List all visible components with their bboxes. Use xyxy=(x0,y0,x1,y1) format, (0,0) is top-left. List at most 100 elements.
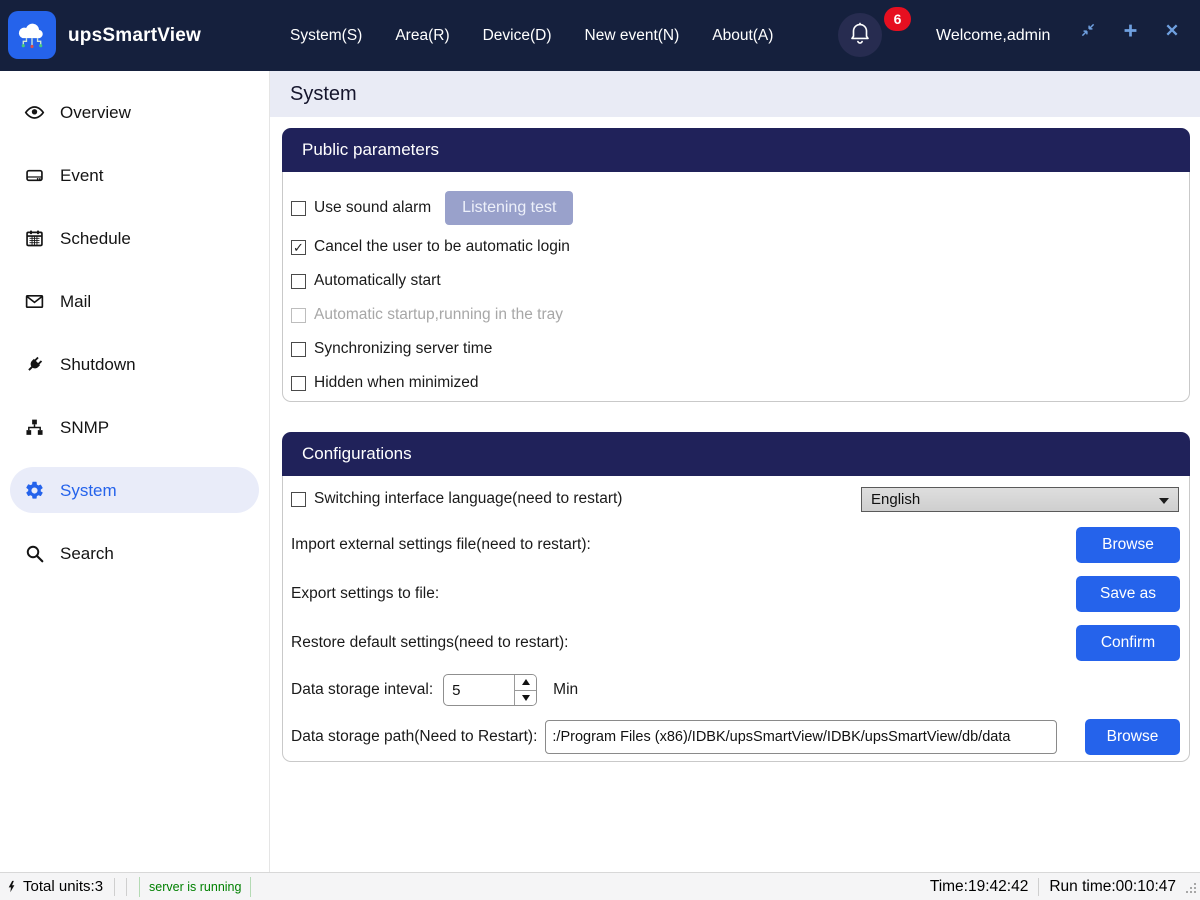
plus-icon[interactable] xyxy=(1120,20,1140,40)
config-row: Restore default settings(need to restart… xyxy=(283,618,1189,667)
menu-device[interactable]: Device(D) xyxy=(483,27,552,45)
language-select[interactable]: English xyxy=(861,487,1179,512)
public-parameters-checkbox-list: Cancel the user to be automatic login Aut… xyxy=(283,230,1189,400)
menu-area[interactable]: Area(R) xyxy=(395,27,449,45)
checkbox-row: Hidden when minimized xyxy=(283,366,1189,400)
interval-spinner: 5 xyxy=(443,674,537,706)
sidebar-item-mail[interactable]: Mail xyxy=(0,270,269,333)
total-units-text: Total units:3 xyxy=(23,878,103,895)
use-sound-alarm-checkbox[interactable] xyxy=(291,201,306,216)
sidebar-item-label: Event xyxy=(60,166,103,186)
config-row-label: Restore default settings(need to restart… xyxy=(291,634,568,652)
language-select-value: English xyxy=(871,491,920,508)
language-row: Switching interface language(need to res… xyxy=(283,478,1189,520)
lightning-icon xyxy=(6,878,19,895)
checkbox[interactable] xyxy=(291,376,306,391)
sidebar-item-label: System xyxy=(60,481,117,501)
plug-icon xyxy=(24,354,45,375)
configurations-body: Switching interface language(need to res… xyxy=(282,476,1190,762)
data-storage-path-row: Data storage path(Need to Restart): :/Pr… xyxy=(283,713,1189,761)
checkbox[interactable] xyxy=(291,240,306,255)
config-row-label: Import external settings file(need to re… xyxy=(291,536,591,554)
page-title: System xyxy=(270,71,1200,117)
switch-language-checkbox[interactable] xyxy=(291,492,306,507)
checkbox-label: Automatically start xyxy=(314,272,441,290)
sidebar-item-snmp[interactable]: SNMP xyxy=(0,396,269,459)
sidebar-item-schedule[interactable]: Schedule xyxy=(0,207,269,270)
mail-icon xyxy=(24,291,45,312)
confirm-button[interactable]: Confirm xyxy=(1076,625,1180,661)
checkbox[interactable] xyxy=(291,274,306,289)
browse-button[interactable]: Browse xyxy=(1076,527,1180,563)
public-parameters-panel: Public parameters Use sound alarm Listen… xyxy=(282,128,1190,402)
app-logo-icon xyxy=(8,11,56,59)
checkbox-label: Synchronizing server time xyxy=(314,340,492,358)
app-title: upsSmartView xyxy=(68,0,201,71)
sidebar-item-search[interactable]: Search xyxy=(0,522,269,585)
checkbox-row: Synchronizing server time xyxy=(283,332,1189,366)
sidebar-item-shutdown[interactable]: Shutdown xyxy=(0,333,269,396)
path-input[interactable]: :/Program Files (x86)/IDBK/upsSmartView/… xyxy=(545,720,1057,754)
save-as-button[interactable]: Save as xyxy=(1076,576,1180,612)
checkbox-label: Hidden when minimized xyxy=(314,374,479,392)
interval-unit-label: Min xyxy=(553,681,578,699)
sidebar-item-system[interactable]: System xyxy=(0,459,269,522)
sidebar-item-event[interactable]: Event xyxy=(0,144,269,207)
data-storage-interval-row: Data storage inteval: 5 Min xyxy=(283,667,1189,713)
config-row: Import external settings file(need to re… xyxy=(283,520,1189,569)
config-row: Export settings to file: Save as xyxy=(283,569,1189,618)
sidebar-item-overview[interactable]: Overview xyxy=(0,81,269,144)
use-sound-alarm-label: Use sound alarm xyxy=(314,199,431,217)
sidebar-item-label: Shutdown xyxy=(60,355,136,375)
menu-about[interactable]: About(A) xyxy=(712,27,773,45)
network-icon xyxy=(24,417,45,438)
sidebar-nav: Overview Event Schedule Mail Shutdown SNMP Sys… xyxy=(0,71,269,585)
drive-icon xyxy=(24,165,45,186)
main-content: System Public parameters Use sound alarm… xyxy=(270,71,1200,872)
collapse-icon[interactable] xyxy=(1078,20,1098,40)
server-status-text: server is running xyxy=(139,877,251,897)
sidebar-item-label: Schedule xyxy=(60,229,131,249)
interval-label: Data storage inteval: xyxy=(291,681,433,699)
search-icon xyxy=(24,543,45,564)
calendar-icon xyxy=(24,228,45,249)
status-bar: Total units:3 server is running Time:19:… xyxy=(0,872,1200,900)
welcome-text: Welcome,admin xyxy=(936,0,1050,71)
sidebar-item-label: Search xyxy=(60,544,114,564)
time-text: Time:19:42:42 xyxy=(930,878,1029,896)
listening-test-button[interactable]: Listening test xyxy=(445,191,573,225)
path-label: Data storage path(Need to Restart): xyxy=(291,728,537,746)
close-icon[interactable] xyxy=(1162,20,1182,40)
resize-grip[interactable] xyxy=(1185,881,1197,898)
checkbox-row: Automatic startup,running in the tray xyxy=(283,298,1189,332)
navbar-menu: System(S) Area(R) Device(D) New event(N) Abo… xyxy=(290,0,773,71)
switch-language-label: Switching interface language(need to res… xyxy=(314,490,622,508)
menu-new-event[interactable]: New event(N) xyxy=(585,27,680,45)
notification-badge: 6 xyxy=(884,7,911,31)
use-sound-alarm-row: Use sound alarm Listening test xyxy=(283,186,1189,230)
config-row-label: Export settings to file: xyxy=(291,585,439,603)
checkbox-label: Cancel the user to be automatic login xyxy=(314,238,570,256)
spin-down-icon[interactable] xyxy=(515,690,536,706)
interval-spin-buttons xyxy=(514,675,536,705)
notifications-button[interactable] xyxy=(838,13,882,57)
configurations-header: Configurations xyxy=(282,432,1190,476)
spin-up-icon[interactable] xyxy=(515,675,536,690)
checkbox[interactable] xyxy=(291,342,306,357)
statusbar-divider xyxy=(126,878,127,896)
checkbox-row: Cancel the user to be automatic login xyxy=(283,230,1189,264)
navbar: upsSmartView System(S) Area(R) Device(D) Ne… xyxy=(0,0,1200,71)
path-browse-button[interactable]: Browse xyxy=(1085,719,1180,755)
checkbox xyxy=(291,308,306,323)
window-controls xyxy=(1078,12,1182,48)
configurations-panel: Configurations Switching interface langu… xyxy=(282,432,1190,762)
gear-icon xyxy=(24,480,45,501)
menu-system[interactable]: System(S) xyxy=(290,27,362,45)
statusbar-divider xyxy=(114,878,115,896)
sidebar-item-label: SNMP xyxy=(60,418,109,438)
checkbox-row: Automatically start xyxy=(283,264,1189,298)
interval-input[interactable]: 5 xyxy=(444,675,514,705)
checkbox-label: Automatic startup,running in the tray xyxy=(314,306,563,324)
sidebar-item-label: Overview xyxy=(60,103,131,123)
public-parameters-header: Public parameters xyxy=(282,128,1190,172)
